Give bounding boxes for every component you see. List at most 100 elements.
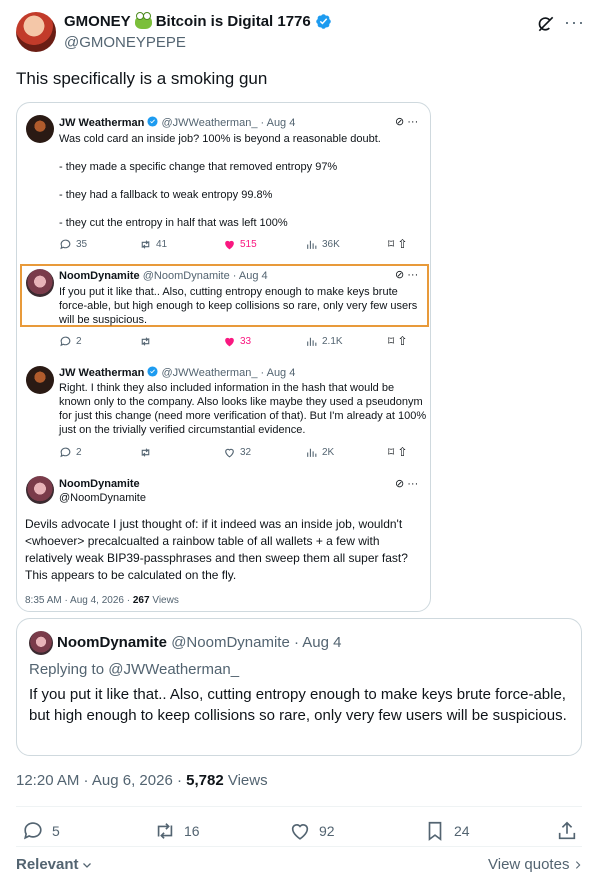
sort-relevant-dropdown[interactable]: Relevant [16, 856, 93, 873]
embedded-screenshot-image[interactable]: JW Weatherman @JWWeatherman_ · Aug 4 ⊘ ·… [16, 102, 431, 612]
post2-likes: 33 [223, 335, 251, 348]
post2-handle-time: @NoomDynamite · Aug 4 [142, 270, 268, 282]
repost-icon [141, 337, 150, 346]
noom-avatar [26, 269, 54, 297]
post4-line4: This appears to be calculated on the fly… [25, 568, 237, 582]
heart-icon [291, 824, 309, 840]
post3-reposts [139, 446, 152, 459]
quoted-text: If you put it like that.. Also, cutting … [29, 686, 567, 724]
replying-to: Replying to @JWWeatherman_ [29, 661, 240, 678]
post4-grok-more-icon: ⊘ ··· [395, 478, 419, 490]
grok-icon[interactable] [536, 14, 556, 34]
bookmark-button[interactable]: 24 [424, 820, 470, 842]
post1-reposts: 41 [139, 238, 167, 251]
verified-badge-icon [147, 366, 158, 377]
divider [16, 846, 582, 847]
post4-meta: 8:35 AM · Aug 4, 2026 · 267 Views [25, 595, 179, 606]
post2-bookmark-share-icon: ⌑ ⇧ [388, 334, 408, 348]
reply-icon [60, 239, 71, 250]
jw-avatar [26, 366, 54, 394]
author-name[interactable]: GMONEY Bitcoin is Digital 1776 [64, 11, 332, 30]
display-name-suffix: Bitcoin is Digital 1776 [155, 13, 311, 30]
quoted-author-name: NoomDynamite [57, 634, 168, 651]
repost-icon [141, 448, 150, 457]
repost-icon [157, 823, 173, 839]
post1-grok-more-icon: ⊘ ··· [395, 116, 419, 128]
post2-line2: force-able, but high enough to keep coll… [59, 300, 418, 312]
repost-count: 16 [184, 823, 200, 839]
post4-line3: relatively weak BIP39-passphrases and th… [25, 551, 408, 565]
more-options-icon[interactable]: ··· [564, 12, 585, 33]
jw-avatar [26, 115, 54, 143]
reply-icon [24, 822, 42, 840]
post3-handle-time: @JWWeatherman_ · Aug 4 [161, 367, 296, 379]
post1-bookmark-share-icon: ⌑ ⇧ [388, 237, 408, 251]
heart-filled-icon [225, 240, 234, 250]
post2-grok-more-icon: ⊘ ··· [395, 269, 419, 281]
post1-header: JW Weatherman @JWWeatherman_ · Aug 4 [59, 116, 295, 130]
repost-icon [141, 240, 150, 249]
quoted-author-header: NoomDynamite @NoomDynamite · Aug 4 [57, 634, 342, 651]
post4-handle: @NoomDynamite [59, 492, 146, 504]
views-icon [307, 337, 317, 346]
like-button[interactable]: 92 [289, 820, 335, 842]
post3-line1: Right. I think they also included inform… [59, 382, 395, 394]
tweet-meta: 12:20 AM · Aug 6, 2026 · 5,782 Views [16, 772, 268, 789]
views-icon [307, 448, 317, 457]
post2-reposts [139, 335, 152, 348]
post4-line1: Devils advocate I just thought of: if it… [25, 517, 403, 531]
reply-icon [60, 447, 71, 458]
tweet-timestamp[interactable]: 12:20 AM · Aug 6, 2026 · [16, 772, 186, 789]
frog-emoji-icon [134, 11, 152, 29]
post2-line3: will be suspicious. [59, 314, 148, 326]
post3-line4: just on the trivially verified circumsta… [59, 424, 306, 436]
post1-handle-time: @JWWeatherman_ · Aug 4 [161, 117, 296, 129]
heart-filled-icon [225, 337, 234, 347]
bookmark-count: 24 [454, 823, 470, 839]
verified-badge-icon [147, 116, 158, 127]
view-quotes-label: View quotes [488, 856, 570, 873]
relevant-label: Relevant [16, 856, 79, 873]
reply-button[interactable]: 5 [22, 820, 60, 842]
post1-views: 36K [305, 238, 340, 251]
post1-line2: - they made a specific change that remov… [59, 161, 338, 173]
tweet-text: This specifically is a smoking gun [16, 69, 268, 88]
reply-count: 5 [52, 823, 60, 839]
post3-views: 2K [305, 446, 334, 459]
view-count: 5,782 [186, 772, 224, 789]
repost-button[interactable]: 16 [154, 820, 200, 842]
noom-avatar [26, 476, 54, 504]
chevron-down-icon [82, 862, 91, 868]
post3-header: JW Weatherman @JWWeatherman_ · Aug 4 [59, 366, 295, 380]
post1-replies: 35 [59, 238, 87, 251]
post1-line3: - they had a fallback to weak entropy 99… [59, 189, 273, 201]
post3-likes: 32 [223, 446, 251, 459]
post1-likes: 515 [223, 238, 257, 251]
post4-line2: <whoever> precalcualted a rainbow table … [25, 534, 380, 548]
post3-bookmark-share-icon: ⌑ ⇧ [388, 445, 408, 459]
share-icon [558, 821, 576, 840]
post1-name: JW Weatherman [59, 117, 145, 129]
views-label: Views [223, 772, 268, 789]
post1-line4: - they cut the entropy in half that was … [59, 217, 288, 229]
post4-name: NoomDynamite [59, 478, 140, 490]
author-handle[interactable]: @GMONEYPEPE [64, 34, 186, 51]
quoted-tweet-card[interactable]: NoomDynamite @NoomDynamite · Aug 4 Reply… [16, 618, 582, 756]
post2-name: NoomDynamite [59, 270, 140, 282]
post2-views: 2.1K [305, 335, 343, 348]
chevron-right-icon [576, 860, 581, 869]
post1-line1: Was cold card an inside job? 100% is bey… [59, 133, 381, 145]
post3-replies: 2 [59, 446, 82, 459]
divider [16, 806, 582, 807]
share-button[interactable] [556, 820, 578, 842]
bookmark-icon [428, 821, 442, 841]
author-avatar[interactable] [16, 12, 56, 52]
verified-badge-icon [315, 14, 331, 29]
post2-header: NoomDynamite @NoomDynamite · Aug 4 [59, 269, 268, 283]
quoted-handle-time: @NoomDynamite · Aug 4 [167, 634, 342, 651]
reply-icon [60, 336, 71, 347]
view-quotes-link[interactable]: View quotes [488, 856, 583, 873]
post2-replies: 2 [59, 335, 82, 348]
views-icon [307, 240, 317, 249]
heart-outline-icon [225, 448, 234, 458]
